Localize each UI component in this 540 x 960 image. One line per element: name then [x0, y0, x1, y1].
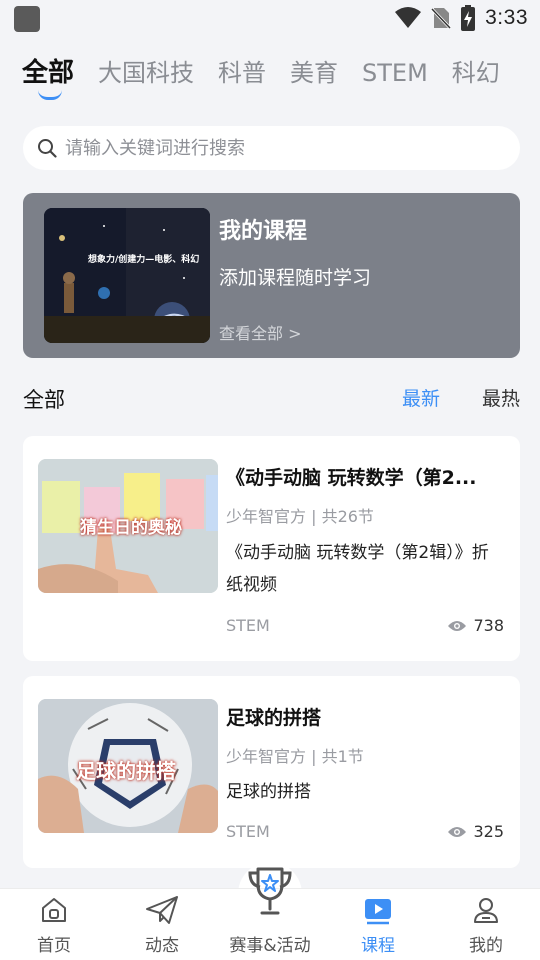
view-count: 325 — [473, 822, 504, 841]
sort-hottest-button[interactable]: 最热 — [482, 384, 520, 411]
my-courses-title: 我的课程 — [219, 219, 308, 244]
tab-science[interactable]: 科普 — [218, 52, 266, 94]
nav-profile[interactable]: 我的 — [432, 889, 540, 960]
nav-feed[interactable]: 动态 — [108, 889, 216, 960]
nav-label: 赛事&活动 — [229, 936, 311, 956]
course-meta: 少年智官方 | 共1节 — [226, 747, 364, 766]
wifi-icon — [395, 7, 422, 28]
tab-scifi[interactable]: 科幻 — [452, 52, 500, 94]
nav-label: 我的 — [469, 936, 503, 956]
thumbnail-caption: 足球的拼搭 — [76, 759, 176, 783]
home-icon — [42, 898, 66, 922]
battery-charging-icon — [461, 5, 476, 31]
my-courses-thumbnail: 想象力/创建力—电影、科幻 — [44, 208, 210, 343]
sort-newest-button[interactable]: 最新 — [402, 384, 440, 411]
thumbnail-heading: 想象力/创建力—电影、科幻 — [88, 255, 200, 265]
course-thumbnail: 足球的拼搭 — [38, 699, 218, 833]
nav-events[interactable]: 赛事&活动 — [216, 867, 324, 960]
nav-label: 首页 — [37, 936, 71, 956]
course-card[interactable]: 猜生日的奥秘 《动手动脑 玩转数学（第2... 少年智官方 | 共26节 《动手… — [23, 436, 520, 661]
trophy-icon — [248, 867, 292, 915]
course-meta: 少年智官方 | 共26节 — [226, 507, 374, 526]
send-icon — [146, 896, 178, 924]
eye-icon — [448, 826, 467, 837]
my-courses-banner[interactable]: 想象力/创建力—电影、科幻 我的课程 添加课程随时学习 查看全部 > — [23, 193, 520, 358]
status-icons: 3:33 — [395, 5, 528, 31]
course-description: 足球的拼搭 — [226, 782, 311, 802]
tab-active-indicator — [38, 90, 62, 100]
view-count: 738 — [473, 616, 504, 635]
eye-icon — [448, 620, 467, 631]
tab-stem[interactable]: STEM — [362, 52, 428, 94]
nav-courses[interactable]: 课程 — [324, 889, 432, 960]
search-input[interactable] — [65, 137, 485, 159]
my-courses-subtitle: 添加课程随时学习 — [219, 267, 372, 289]
tab-all[interactable]: 全部 — [22, 52, 75, 100]
tab-tech[interactable]: 大国科技 — [98, 52, 194, 94]
nav-home[interactable]: 首页 — [0, 889, 108, 960]
bottom-navigation: 首页 动态 赛事&活动 课程 我的 — [0, 867, 540, 960]
course-tag: STEM — [226, 822, 270, 841]
nav-label: 课程 — [361, 936, 395, 956]
course-views: 738 — [447, 616, 504, 635]
clock: 3:33 — [485, 6, 528, 29]
view-all-link[interactable]: 查看全部 > — [219, 320, 302, 344]
tab-arts[interactable]: 美育 — [290, 52, 338, 94]
course-tag: STEM — [226, 616, 270, 635]
section-title: 全部 — [23, 388, 65, 412]
nav-label: 动态 — [145, 936, 179, 956]
course-card[interactable]: 足球的拼搭 足球的拼搭 少年智官方 | 共1节 足球的拼搭 STEM 325 — [23, 676, 520, 868]
status-bar: 3:33 — [0, 0, 540, 36]
thumbnail-caption: 猜生日的奥秘 — [80, 518, 182, 538]
app-notification-icon — [14, 6, 40, 32]
course-thumbnail: 猜生日的奥秘 — [38, 459, 218, 593]
category-tabs: 全部 大国科技 科普 美育 STEM 科幻 — [22, 52, 500, 102]
course-description: 《动手动脑 玩转数学（第2辑）》折纸视频 — [226, 543, 489, 595]
no-sim-icon — [431, 7, 452, 30]
user-icon — [474, 898, 498, 923]
course-title: 足球的拼搭 — [226, 707, 322, 729]
search-icon — [38, 139, 57, 158]
course-title: 《动手动脑 玩转数学（第2... — [226, 467, 477, 489]
course-play-icon — [365, 899, 391, 925]
search-bar[interactable] — [23, 126, 520, 170]
course-list-header: 全部 最新 最热 — [23, 382, 520, 414]
tab-label: 全部 — [22, 58, 75, 88]
course-views: 325 — [447, 822, 504, 841]
